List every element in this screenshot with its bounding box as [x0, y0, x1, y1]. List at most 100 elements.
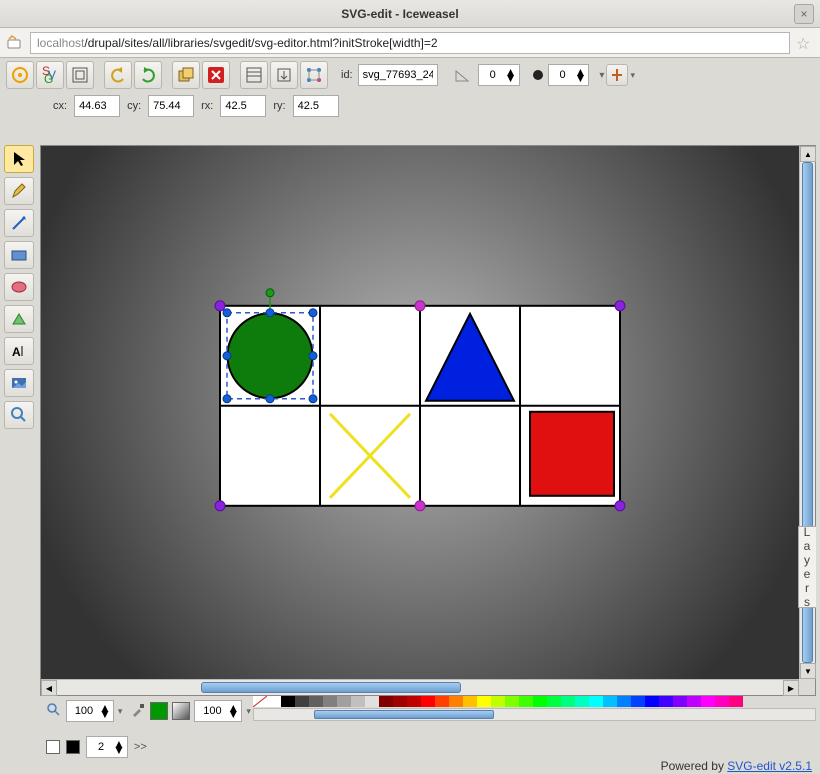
url-host: localhost — [37, 36, 84, 50]
stroke-more[interactable]: >> — [134, 741, 147, 753]
palette-color[interactable] — [687, 696, 701, 707]
palette-color[interactable] — [729, 696, 743, 707]
text-tool[interactable]: A — [4, 337, 34, 365]
cx-label: cx: — [50, 100, 70, 112]
palette-color[interactable] — [309, 696, 323, 707]
palette-color[interactable] — [645, 696, 659, 707]
palette-color[interactable] — [267, 696, 281, 707]
cx-input[interactable] — [74, 95, 120, 117]
palette-color[interactable] — [589, 696, 603, 707]
palette-color[interactable] — [519, 696, 533, 707]
pencil-tool[interactable] — [4, 177, 34, 205]
blur-icon — [530, 67, 546, 83]
context-toolbar: cx: cy: rx: ry: — [0, 92, 820, 120]
scrollbar-thumb[interactable] — [201, 682, 461, 693]
clone-button[interactable] — [172, 61, 200, 89]
color-palette — [253, 696, 816, 721]
move-bottom-button[interactable] — [270, 61, 298, 89]
url-input[interactable]: localhost/drupal/sites/all/libraries/svg… — [30, 32, 790, 54]
convert-path-button[interactable] — [300, 61, 328, 89]
main-menu-button[interactable] — [6, 61, 34, 89]
canvas[interactable] — [41, 146, 799, 679]
scroll-down-icon[interactable]: ▼ — [800, 663, 816, 679]
palette-color[interactable] — [379, 696, 393, 707]
stroke-color-swatch[interactable] — [66, 740, 80, 754]
ry-label: ry: — [270, 100, 288, 112]
bookmark-star-icon[interactable]: ☆ — [796, 34, 814, 52]
palette-color[interactable] — [295, 696, 309, 707]
zoom-input[interactable]: ▲▼ — [66, 700, 114, 722]
scroll-left-icon[interactable]: ◀ — [41, 680, 57, 696]
palette-color[interactable] — [337, 696, 351, 707]
select-tool[interactable] — [4, 145, 34, 173]
svg-content[interactable] — [120, 225, 720, 585]
rx-input[interactable] — [220, 95, 266, 117]
id-input[interactable] — [358, 64, 438, 86]
palette-row — [253, 696, 816, 707]
palette-color[interactable] — [421, 696, 435, 707]
cy-input[interactable] — [148, 95, 194, 117]
footer: Powered by SVG-edit v2.5.1 — [0, 758, 820, 774]
ry-input[interactable] — [293, 95, 339, 117]
palette-color[interactable] — [603, 696, 617, 707]
delete-button[interactable] — [202, 61, 230, 89]
source-button[interactable]: SVG — [36, 61, 64, 89]
red-square[interactable] — [530, 411, 614, 495]
palette-color[interactable] — [547, 696, 561, 707]
palette-color[interactable] — [561, 696, 575, 707]
palette-color[interactable] — [575, 696, 589, 707]
rect-tool[interactable] — [4, 241, 34, 269]
palette-scrollbar[interactable] — [253, 708, 816, 721]
path-tool[interactable] — [4, 305, 34, 333]
blur-input[interactable]: ▲▼ — [548, 64, 590, 86]
palette-color[interactable] — [477, 696, 491, 707]
palette-color[interactable] — [365, 696, 379, 707]
gradient-swatch[interactable] — [172, 702, 190, 720]
undo-button[interactable] — [104, 61, 132, 89]
fill-swatch[interactable] — [150, 702, 168, 720]
cy-label: cy: — [124, 100, 144, 112]
palette-color[interactable] — [505, 696, 519, 707]
palette-color[interactable] — [659, 696, 673, 707]
scroll-corner — [799, 679, 815, 695]
main-toolbar: SVG id: ▲▼ ▲▼ ▾ ▾ — [0, 58, 820, 92]
horizontal-scrollbar[interactable]: ◀ ▶ — [41, 679, 799, 695]
palette-color[interactable] — [323, 696, 337, 707]
align-button[interactable] — [606, 64, 628, 86]
scroll-up-icon[interactable]: ▲ — [800, 146, 816, 162]
palette-color[interactable] — [407, 696, 421, 707]
palette-color[interactable] — [491, 696, 505, 707]
green-circle[interactable] — [228, 313, 313, 398]
wireframe-button[interactable] — [66, 61, 94, 89]
window-titlebar: SVG-edit - Iceweasel × — [0, 0, 820, 28]
palette-color[interactable] — [617, 696, 631, 707]
canvas-area: ▲ ▼ ◀ ▶ Layers — [40, 145, 816, 696]
palette-color[interactable] — [673, 696, 687, 707]
stroke-bg-swatch[interactable] — [46, 740, 60, 754]
opacity-input[interactable]: ▲▼ — [194, 700, 242, 722]
palette-color[interactable] — [631, 696, 645, 707]
line-tool[interactable] — [4, 209, 34, 237]
zoom-tool[interactable] — [4, 401, 34, 429]
palette-color[interactable] — [533, 696, 547, 707]
angle-input[interactable]: ▲▼ — [478, 64, 520, 86]
ellipse-tool[interactable] — [4, 273, 34, 301]
image-tool[interactable] — [4, 369, 34, 397]
group-button[interactable] — [240, 61, 268, 89]
redo-button[interactable] — [134, 61, 162, 89]
eyedropper-icon[interactable] — [130, 702, 146, 721]
palette-color[interactable] — [701, 696, 715, 707]
layers-tab[interactable]: Layers — [798, 526, 816, 608]
palette-color[interactable] — [281, 696, 295, 707]
window-close-button[interactable]: × — [794, 4, 814, 24]
palette-color[interactable] — [435, 696, 449, 707]
scroll-right-icon[interactable]: ▶ — [783, 680, 799, 696]
palette-none[interactable] — [253, 696, 267, 707]
palette-color[interactable] — [351, 696, 365, 707]
palette-color[interactable] — [393, 696, 407, 707]
palette-color[interactable] — [715, 696, 729, 707]
stroke-width-input[interactable]: ▲▼ — [86, 736, 128, 758]
footer-link[interactable]: SVG-edit v2.5.1 — [727, 759, 812, 773]
palette-color[interactable] — [449, 696, 463, 707]
palette-color[interactable] — [463, 696, 477, 707]
